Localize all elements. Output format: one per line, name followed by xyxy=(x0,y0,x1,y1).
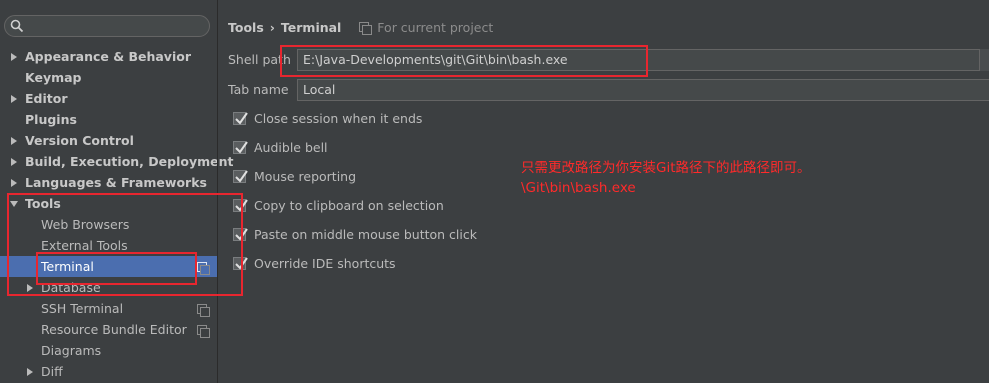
sidebar-item-plugins[interactable]: Plugins xyxy=(25,109,77,130)
terminal-highlight-box xyxy=(36,252,197,285)
sidebar-item-label: Languages & Frameworks xyxy=(25,175,207,190)
checkbox-label: Copy to clipboard on selection xyxy=(254,198,444,213)
shell-path-highlight-box xyxy=(280,45,648,77)
sidebar-item-label: Build, Execution, Deployment xyxy=(25,154,234,169)
browse-button[interactable] xyxy=(979,49,989,71)
sidebar-item-label: Diagrams xyxy=(41,343,102,358)
breadcrumb-parent: Tools xyxy=(228,20,264,35)
sidebar-item-resource-bundle-editor[interactable]: Resource Bundle Editor xyxy=(41,319,187,340)
sidebar-item-label: SSH Terminal xyxy=(41,301,124,316)
breadcrumb-separator: › xyxy=(269,20,275,35)
tab-name-input[interactable]: Local xyxy=(297,79,989,101)
expand-arrow-icon[interactable] xyxy=(11,137,17,145)
breadcrumb: Tools › Terminal For current project xyxy=(228,18,493,38)
checkmark-icon xyxy=(235,141,248,154)
sidebar-item-keymap[interactable]: Keymap xyxy=(25,67,82,88)
expand-arrow-icon[interactable] xyxy=(27,368,33,376)
expand-arrow-icon[interactable] xyxy=(11,158,17,166)
project-settings-icon xyxy=(197,304,210,317)
sidebar-divider xyxy=(217,0,218,383)
checkbox-label: Paste on middle mouse button click xyxy=(254,227,477,242)
annotation-note: 只需更改路径为你安装Git路径下的此路径即可。 \Git\bin\bash.ex… xyxy=(521,158,811,198)
annotation-line-2: \Git\bin\bash.exe xyxy=(521,180,636,196)
settings-search-input[interactable] xyxy=(4,15,210,37)
settings-sidebar: Appearance & Behavior Keymap Editor Plug… xyxy=(0,0,233,383)
breadcrumb-current: Terminal xyxy=(280,20,342,35)
project-scope-icon xyxy=(359,22,373,35)
close-session-checkbox[interactable] xyxy=(233,112,248,125)
mouse-reporting-checkbox[interactable] xyxy=(233,170,248,183)
expand-arrow-icon[interactable] xyxy=(11,95,17,103)
checkbox-label: Mouse reporting xyxy=(254,169,357,184)
audible-bell-checkbox[interactable] xyxy=(233,141,248,154)
tab-name-value: Local xyxy=(303,82,336,97)
expand-arrow-icon[interactable] xyxy=(11,53,17,61)
sidebar-item-label: Editor xyxy=(25,91,68,106)
annotation-line-1: 只需更改路径为你安装Git路径下的此路径即可。 xyxy=(521,160,811,176)
sidebar-item-ssh-terminal[interactable]: SSH Terminal xyxy=(41,298,123,319)
sidebar-item-label: Keymap xyxy=(25,70,82,85)
checkbox-label: Close session when it ends xyxy=(254,111,423,126)
sidebar-item-label: Plugins xyxy=(25,112,77,127)
search-icon xyxy=(10,19,24,33)
sidebar-item-diagrams[interactable]: Diagrams xyxy=(41,340,101,361)
checkbox-label: Audible bell xyxy=(254,140,328,155)
checkmark-icon xyxy=(235,170,248,183)
sidebar-item-label: Diff xyxy=(41,364,63,379)
sidebar-item-label: Version Control xyxy=(25,133,134,148)
tab-name-label: Tab name xyxy=(228,82,289,97)
sidebar-item-label: Resource Bundle Editor xyxy=(41,322,187,337)
sidebar-item-label: Appearance & Behavior xyxy=(25,49,191,64)
checkbox-label: Override IDE shortcuts xyxy=(254,256,396,271)
project-settings-icon xyxy=(197,325,210,338)
checkmark-icon xyxy=(235,112,248,125)
scope-label: For current project xyxy=(377,20,494,35)
expand-arrow-icon[interactable] xyxy=(11,179,17,187)
